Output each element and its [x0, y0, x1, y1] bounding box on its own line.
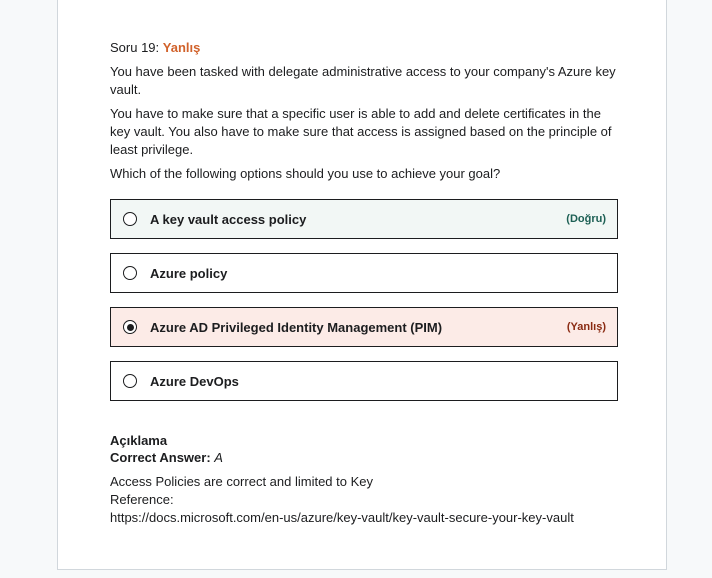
- answer-option-label: Azure AD Privileged Identity Management …: [150, 319, 443, 335]
- answer-option-c[interactable]: Azure AD Privileged Identity Management …: [110, 307, 618, 347]
- correct-answer-value: A: [214, 450, 223, 465]
- radio-selected-icon[interactable]: [123, 320, 137, 334]
- answer-option-b[interactable]: Azure policy: [110, 253, 618, 293]
- explanation-text: Access Policies are correct and limited …: [110, 474, 373, 489]
- question-number: Soru 19:: [110, 40, 160, 55]
- correct-answer-label: Correct Answer:: [110, 450, 211, 465]
- radio-icon[interactable]: [123, 212, 137, 226]
- radio-icon[interactable]: [123, 266, 137, 280]
- question-prompt: Which of the following options should yo…: [110, 166, 501, 181]
- answer-option-label: A key vault access policy: [150, 211, 307, 227]
- question-text-2: You have to make sure that a specific us…: [110, 106, 612, 157]
- answer-option-d[interactable]: Azure DevOps: [110, 361, 618, 401]
- wrong-tag: (Yanlış): [566, 321, 606, 333]
- correct-answer: Correct Answer: A: [110, 449, 618, 466]
- question-text-1: You have been tasked with delegate admin…: [110, 64, 616, 97]
- radio-dot-icon: [126, 323, 134, 331]
- question-card: Soru 19: Yanlış You have been tasked wit…: [57, 0, 667, 570]
- answer-option-label: Azure DevOps: [150, 373, 239, 389]
- answer-option-label: Azure policy: [150, 265, 228, 281]
- question-header: Soru 19: Yanlış: [110, 39, 618, 57]
- question-status: Yanlış: [162, 40, 201, 55]
- answer-options: A key vault access policy (Doğru) Azure …: [110, 199, 618, 401]
- explanation-section: Açıklama Correct Answer: A Access Polici…: [110, 432, 618, 527]
- correct-tag: (Doğru): [566, 213, 606, 225]
- radio-icon[interactable]: [123, 374, 137, 388]
- reference-url: https://docs.microsoft.com/en-us/azure/k…: [110, 510, 574, 525]
- answer-option-a[interactable]: A key vault access policy (Doğru): [110, 199, 618, 239]
- explanation-title: Açıklama: [110, 433, 168, 448]
- question-content: Soru 19: Yanlış You have been tasked wit…: [110, 39, 618, 527]
- reference-label: Reference:: [110, 492, 174, 507]
